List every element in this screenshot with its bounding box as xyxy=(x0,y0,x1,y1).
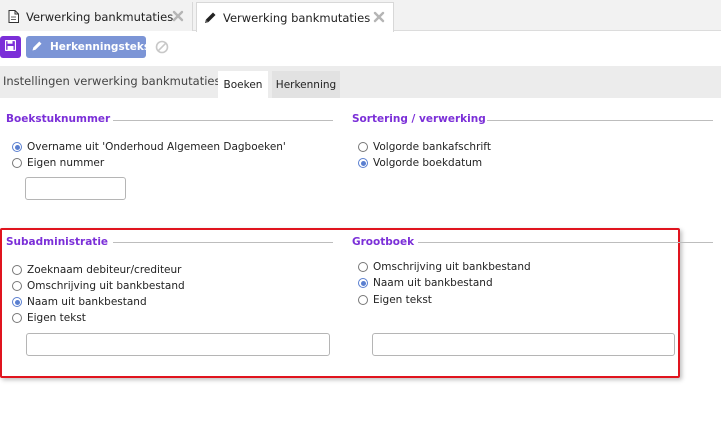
radio-zoeknaam[interactable]: Zoeknaam debiteur/crediteur xyxy=(12,263,182,277)
radio-label: Eigen nummer xyxy=(27,157,105,169)
save-button[interactable] xyxy=(0,36,21,58)
radio-label: Volgorde boekdatum xyxy=(373,157,483,169)
radio-label: Zoeknaam debiteur/crediteur xyxy=(27,264,182,276)
radio-volgorde-boekdatum[interactable]: Volgorde boekdatum xyxy=(358,156,482,170)
tab-boeken[interactable]: Boeken xyxy=(218,71,268,98)
herkenningsteksten-button[interactable]: Herkenningsteksten xyxy=(26,36,170,58)
radio-button[interactable] xyxy=(12,265,22,275)
pencil-icon xyxy=(32,40,43,54)
radio-button[interactable] xyxy=(12,158,22,168)
radio-label: Volgorde bankafschrift xyxy=(373,141,491,153)
doc-tab-verwerking-2[interactable]: Verwerking bankmutaties xyxy=(196,2,394,32)
radio-volgorde-bankafschrift[interactable]: Volgorde bankafschrift xyxy=(358,140,491,154)
radio-button[interactable] xyxy=(12,297,22,307)
radio-eigen-nummer[interactable]: Eigen nummer xyxy=(12,156,104,170)
divider xyxy=(487,120,713,121)
radio-label: Overname uit 'Onderhoud Algemeen Dagboek… xyxy=(27,141,286,153)
close-icon[interactable] xyxy=(373,11,385,23)
subadministratie-eigen-tekst-input[interactable] xyxy=(26,333,330,356)
radio-button[interactable] xyxy=(12,281,22,291)
close-icon[interactable] xyxy=(172,10,184,22)
settings-title: Instellingen verwerking bankmutaties xyxy=(3,74,221,88)
radio-overname-dagboeken[interactable]: Overname uit 'Onderhoud Algemeen Dagboek… xyxy=(12,140,286,154)
radio-naam-sub[interactable]: Naam uit bankbestand xyxy=(12,295,147,309)
radio-label: Naam uit bankbestand xyxy=(373,277,493,289)
toolbar: Herkenningsteksten xyxy=(0,33,721,61)
herkenningsteksten-label: Herkenningsteksten xyxy=(50,41,170,53)
radio-eigen-tekst-gb[interactable]: Eigen tekst xyxy=(358,293,432,307)
eigen-nummer-input[interactable] xyxy=(25,177,126,200)
grootboek-title: Grootboek xyxy=(352,236,415,248)
subadministratie-title: Subadministratie xyxy=(6,236,109,248)
doc-tab-label: Verwerking bankmutaties xyxy=(26,9,174,24)
radio-label: Eigen tekst xyxy=(27,312,86,324)
radio-button[interactable] xyxy=(358,295,368,305)
doc-tab-verwerking-1[interactable]: Verwerking bankmutaties xyxy=(0,2,193,31)
sortering-title: Sortering / verwerking xyxy=(352,113,486,125)
boekstuknummer-title: Boekstuknummer xyxy=(6,113,111,125)
radio-button[interactable] xyxy=(358,142,368,152)
radio-button[interactable] xyxy=(358,278,368,288)
doc-tab-label: Verwerking bankmutaties xyxy=(223,10,371,25)
radio-label: Omschrijving uit bankbestand xyxy=(373,261,531,273)
document-tab-bar: Verwerking bankmutaties Verwerking bankm… xyxy=(0,0,721,32)
grootboek-eigen-tekst-input[interactable] xyxy=(372,333,675,356)
radio-label: Omschrijving uit bankbestand xyxy=(27,280,185,292)
document-icon xyxy=(6,10,20,24)
radio-label: Naam uit bankbestand xyxy=(27,296,147,308)
radio-button[interactable] xyxy=(358,262,368,272)
radio-naam-gb[interactable]: Naam uit bankbestand xyxy=(358,276,493,290)
save-icon xyxy=(4,39,17,54)
pencil-icon xyxy=(203,11,217,25)
tab-herkenning[interactable]: Herkenning xyxy=(272,71,340,98)
divider xyxy=(113,242,333,243)
radio-eigen-tekst-sub[interactable]: Eigen tekst xyxy=(12,311,86,325)
cancel-icon[interactable] xyxy=(155,40,169,54)
radio-button[interactable] xyxy=(12,142,22,152)
radio-button[interactable] xyxy=(12,313,22,323)
radio-button[interactable] xyxy=(358,158,368,168)
settings-header: Instellingen verwerking bankmutaties Boe… xyxy=(0,66,721,98)
divider xyxy=(113,120,333,121)
radio-omschrijving-sub[interactable]: Omschrijving uit bankbestand xyxy=(12,279,185,293)
divider xyxy=(418,242,713,243)
radio-omschrijving-gb[interactable]: Omschrijving uit bankbestand xyxy=(358,260,531,274)
radio-label: Eigen tekst xyxy=(373,294,432,306)
